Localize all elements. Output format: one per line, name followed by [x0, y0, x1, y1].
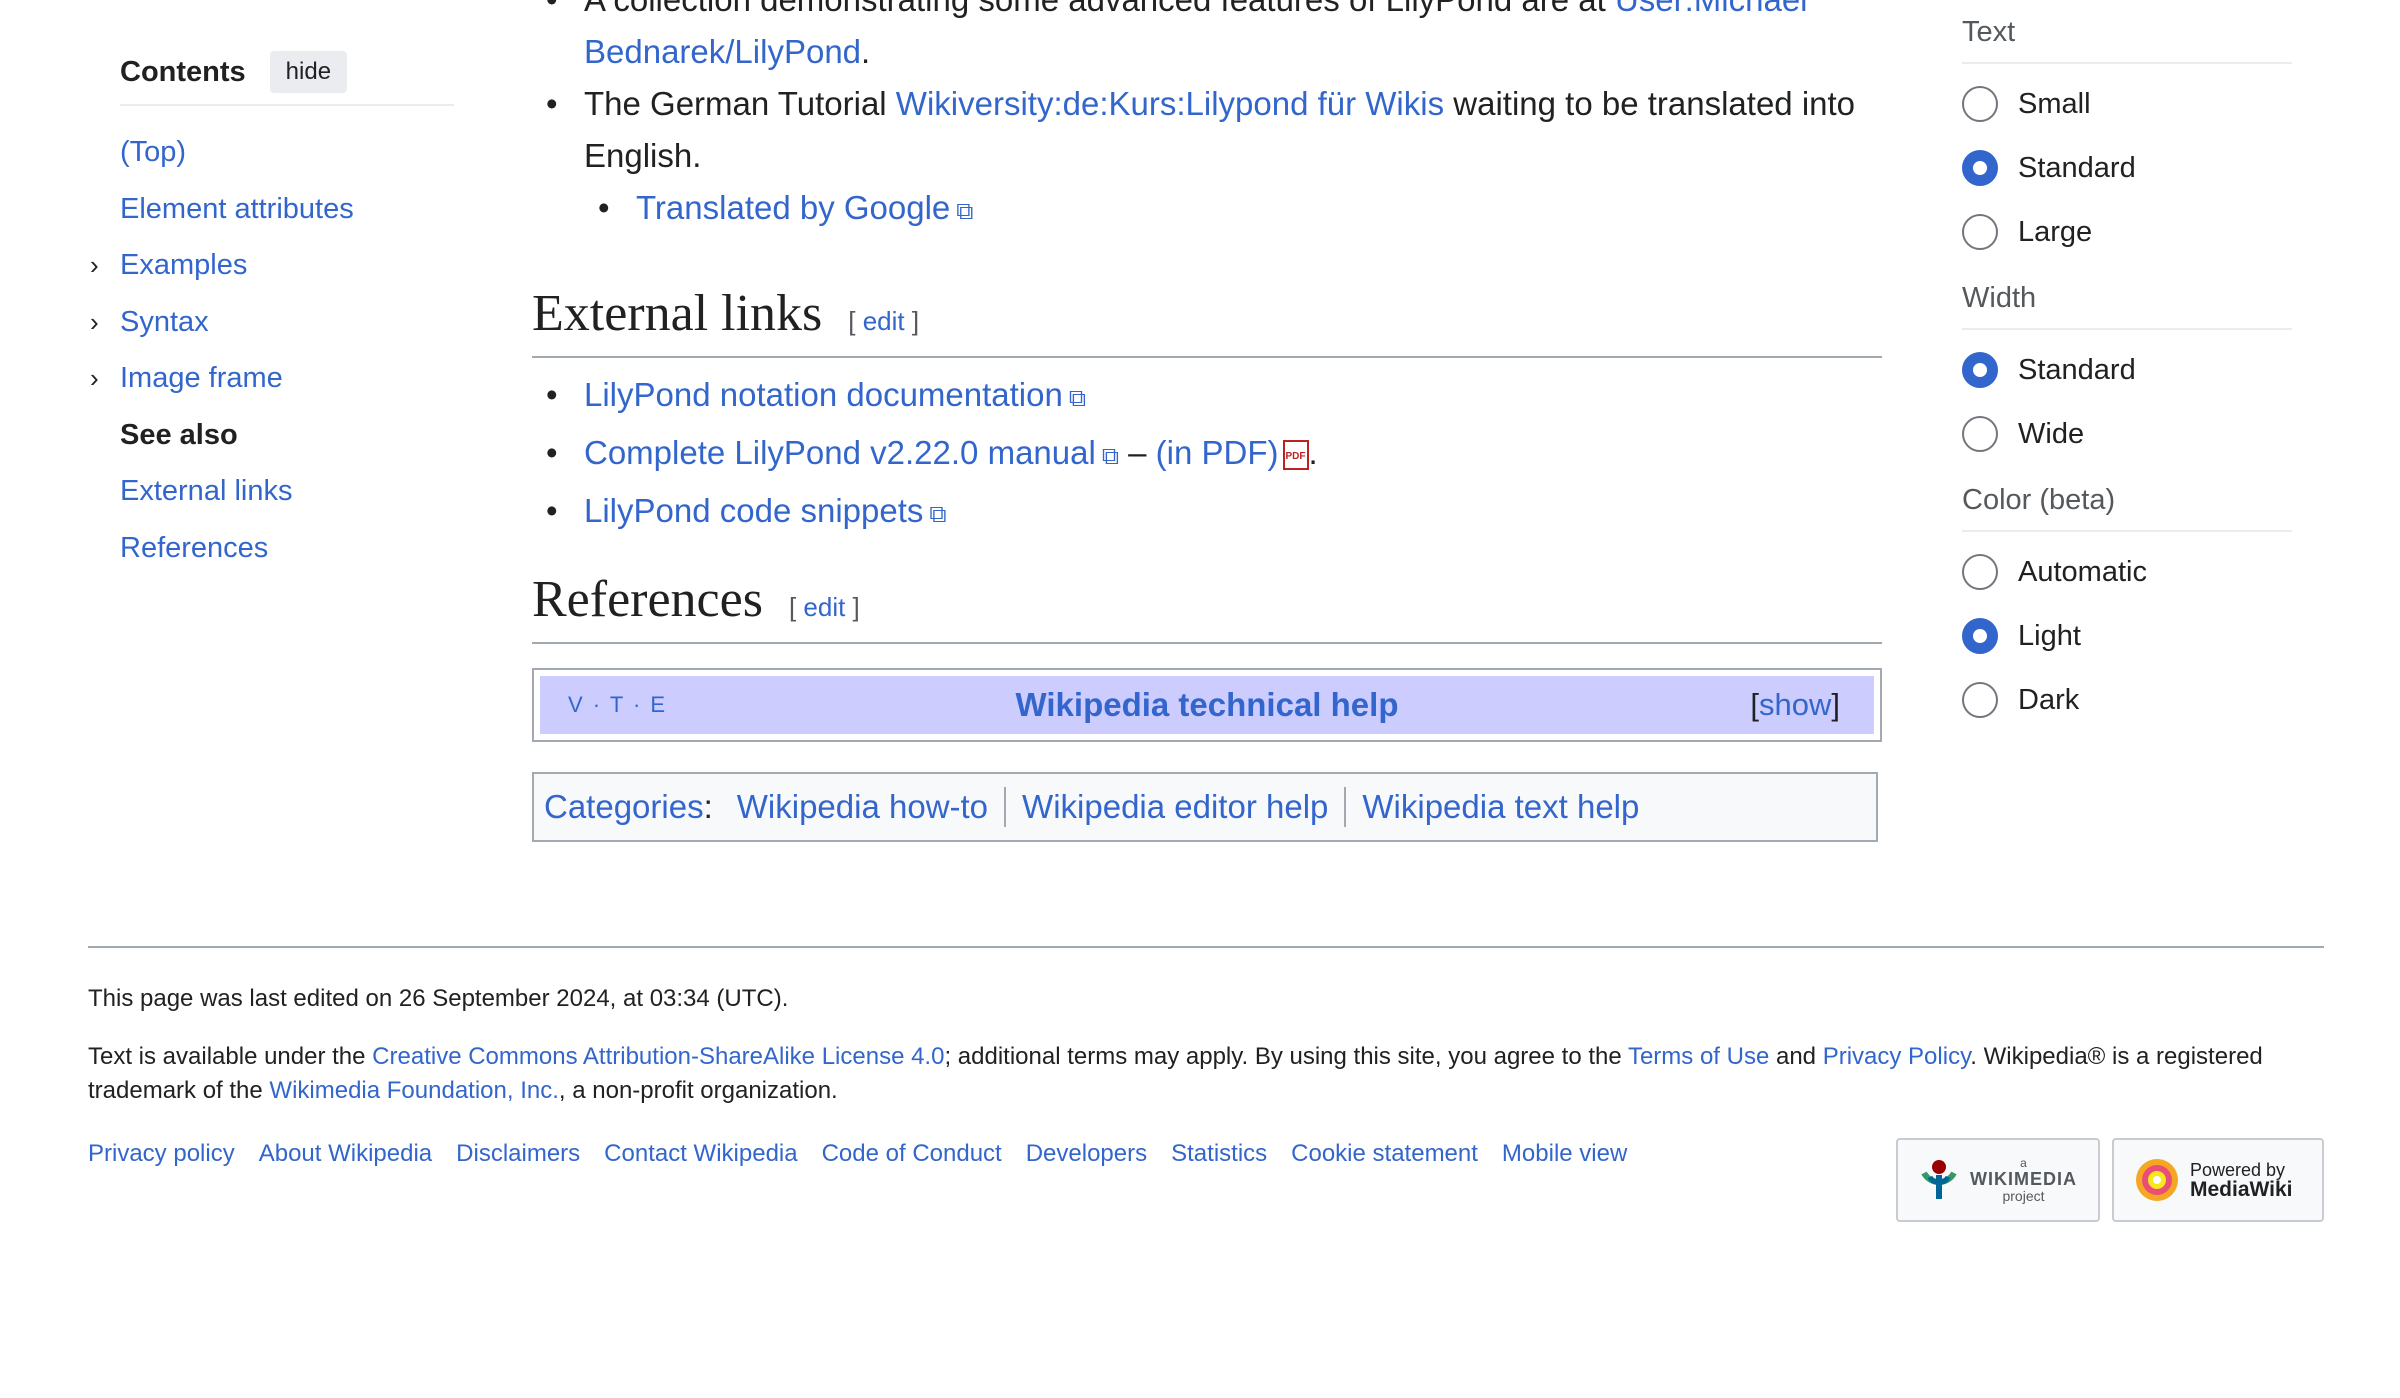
radio-button[interactable]: [1962, 86, 1998, 122]
notation-doc-link[interactable]: LilyPond notation documentation: [584, 376, 1063, 413]
radio-button[interactable]: [1962, 214, 1998, 250]
chevron-right-icon[interactable]: ›: [90, 294, 99, 351]
chevron-right-icon[interactable]: ›: [90, 237, 99, 294]
toc-item-syntax[interactable]: › Syntax: [90, 294, 454, 351]
manual-link[interactable]: Complete LilyPond v2.22.0 manual: [584, 434, 1096, 471]
width-standard-option[interactable]: Standard: [1962, 338, 2292, 402]
vte-links[interactable]: V · T · E: [568, 692, 667, 718]
toc-item-references[interactable]: References: [120, 520, 454, 577]
external-links-heading: External links [ edit ]: [532, 284, 1882, 358]
text-size-options: Small Standard Large: [1962, 72, 2292, 264]
divider: [1344, 787, 1347, 827]
divider: [1004, 787, 1007, 827]
footer-badges: a WIKIMEDIA project Powered by MediaWiki: [1884, 1138, 2324, 1222]
toc-item-examples[interactable]: › Examples: [90, 237, 454, 294]
footer-links: Privacy policy About Wikipedia Disclaime…: [88, 1140, 1651, 1168]
width-heading: Width: [1962, 278, 2292, 330]
radio-button-selected[interactable]: [1962, 352, 1998, 388]
cc-license-link[interactable]: Creative Commons Attribution-ShareAlike …: [372, 1043, 944, 1070]
footer-link-statistics[interactable]: Statistics: [1171, 1140, 1267, 1168]
translated-link[interactable]: Translated by Google: [636, 189, 950, 226]
toc-header: Contents hide: [120, 48, 454, 106]
footer-link-mobile-view[interactable]: Mobile view: [1502, 1140, 1627, 1168]
footer-link-code-of-conduct[interactable]: Code of Conduct: [822, 1140, 1002, 1168]
color-options: Automatic Light Dark: [1962, 540, 2292, 732]
text-size-small-option[interactable]: Small: [1962, 72, 2292, 136]
page-footer: This page was last edited on 26 Septembe…: [88, 946, 2324, 1222]
wikimedia-project-badge[interactable]: a WIKIMEDIA project: [1896, 1138, 2100, 1222]
navbox-show-toggle[interactable]: [show]: [1750, 687, 1840, 723]
license-text: Text is available under the Creative Com…: [88, 1043, 2263, 1104]
radio-button[interactable]: [1962, 682, 1998, 718]
toc-title: Contents: [120, 55, 246, 88]
list-item: A collection demonstrating some advanced…: [532, 0, 1872, 78]
pdf-icon: PDF: [1282, 440, 1309, 471]
toc-item-top[interactable]: (Top): [120, 124, 454, 181]
edit-section-link[interactable]: edit: [863, 306, 905, 336]
wikimedia-logo-icon: [1921, 1160, 1957, 1199]
footer-link-privacy[interactable]: Privacy policy: [88, 1140, 235, 1168]
footer-link-developers[interactable]: Developers: [1026, 1140, 1147, 1168]
snippets-link[interactable]: LilyPond code snippets: [584, 492, 923, 529]
see-also-list: A collection demonstrating some advanced…: [532, 0, 1872, 238]
appearance-panel: Text Small Standard Large Width Standard…: [1962, 0, 2292, 732]
edit-section-link[interactable]: edit: [803, 592, 845, 622]
text-size-heading: Text: [1962, 12, 2292, 64]
mediawiki-logo-icon: [2136, 1159, 2178, 1201]
chevron-right-icon[interactable]: ›: [90, 350, 99, 407]
table-of-contents: Contents hide (Top) Element attributes ›…: [90, 48, 454, 577]
navbox-title[interactable]: Wikipedia technical help: [1016, 686, 1399, 724]
toc-hide-button[interactable]: hide: [269, 51, 348, 93]
list-item: LilyPond code snippets⧉: [532, 484, 1872, 542]
wikimedia-foundation-link[interactable]: Wikimedia Foundation, Inc.: [269, 1077, 558, 1104]
color-heading: Color (beta): [1962, 480, 2292, 532]
radio-button[interactable]: [1962, 416, 1998, 452]
navbox: V · T · E Wikipedia technical help [show…: [532, 668, 1882, 742]
pdf-link[interactable]: (in PDF): [1156, 434, 1279, 471]
list-item: LilyPond notation documentation⧉: [532, 368, 1872, 426]
toc-item-element-attributes[interactable]: Element attributes: [120, 181, 454, 238]
powered-by-mediawiki-badge[interactable]: Powered by MediaWiki: [2112, 1138, 2324, 1222]
category-links: Categories: Wikipedia how-to Wikipedia e…: [532, 772, 1878, 842]
category-link[interactable]: Wikipedia how-to: [737, 788, 988, 826]
terms-of-use-link[interactable]: Terms of Use: [1628, 1043, 1769, 1070]
color-automatic-option[interactable]: Automatic: [1962, 540, 2292, 604]
radio-button-selected[interactable]: [1962, 618, 1998, 654]
external-links-list: LilyPond notation documentation⧉ Complet…: [532, 368, 1872, 542]
text-size-standard-option[interactable]: Standard: [1962, 136, 2292, 200]
toc-item-image-frame[interactable]: › Image frame: [90, 350, 454, 407]
toc-list: (Top) Element attributes › Examples › Synt…: [90, 124, 454, 577]
wikiversity-link[interactable]: Wikiversity:de:Kurs:Lilypond für Wikis: [896, 85, 1444, 122]
category-link[interactable]: Wikipedia text help: [1362, 788, 1639, 826]
color-light-option[interactable]: Light: [1962, 604, 2292, 668]
text-size-large-option[interactable]: Large: [1962, 200, 2292, 264]
categories-link[interactable]: Categories: [544, 788, 704, 826]
width-wide-option[interactable]: Wide: [1962, 402, 2292, 466]
footer-link-about[interactable]: About Wikipedia: [259, 1140, 432, 1168]
external-link-icon: ⧉: [929, 501, 947, 528]
privacy-policy-link[interactable]: Privacy Policy: [1823, 1043, 1971, 1070]
color-dark-option[interactable]: Dark: [1962, 668, 2292, 732]
toc-item-external-links[interactable]: External links: [120, 463, 454, 520]
references-heading: References [ edit ]: [532, 570, 1882, 644]
external-link-icon: ⧉: [956, 198, 974, 225]
width-options: Standard Wide: [1962, 338, 2292, 466]
external-link-icon: ⧉: [1101, 443, 1119, 470]
footer-link-contact[interactable]: Contact Wikipedia: [604, 1140, 797, 1168]
list-item: Complete LilyPond v2.22.0 manual⧉ – (in …: [532, 426, 1872, 484]
last-edited-text: This page was last edited on 26 Septembe…: [88, 985, 789, 1012]
category-link[interactable]: Wikipedia editor help: [1022, 788, 1328, 826]
footer-link-disclaimers[interactable]: Disclaimers: [456, 1140, 580, 1168]
footer-link-cookie[interactable]: Cookie statement: [1291, 1140, 1478, 1168]
list-item: Translated by Google⧉: [584, 182, 1872, 238]
list-item: The German Tutorial Wikiversity:de:Kurs:…: [532, 78, 1872, 182]
toc-item-see-also[interactable]: See also: [120, 407, 454, 464]
radio-button-selected[interactable]: [1962, 150, 1998, 186]
external-link-icon: ⧉: [1068, 385, 1086, 412]
radio-button[interactable]: [1962, 554, 1998, 590]
